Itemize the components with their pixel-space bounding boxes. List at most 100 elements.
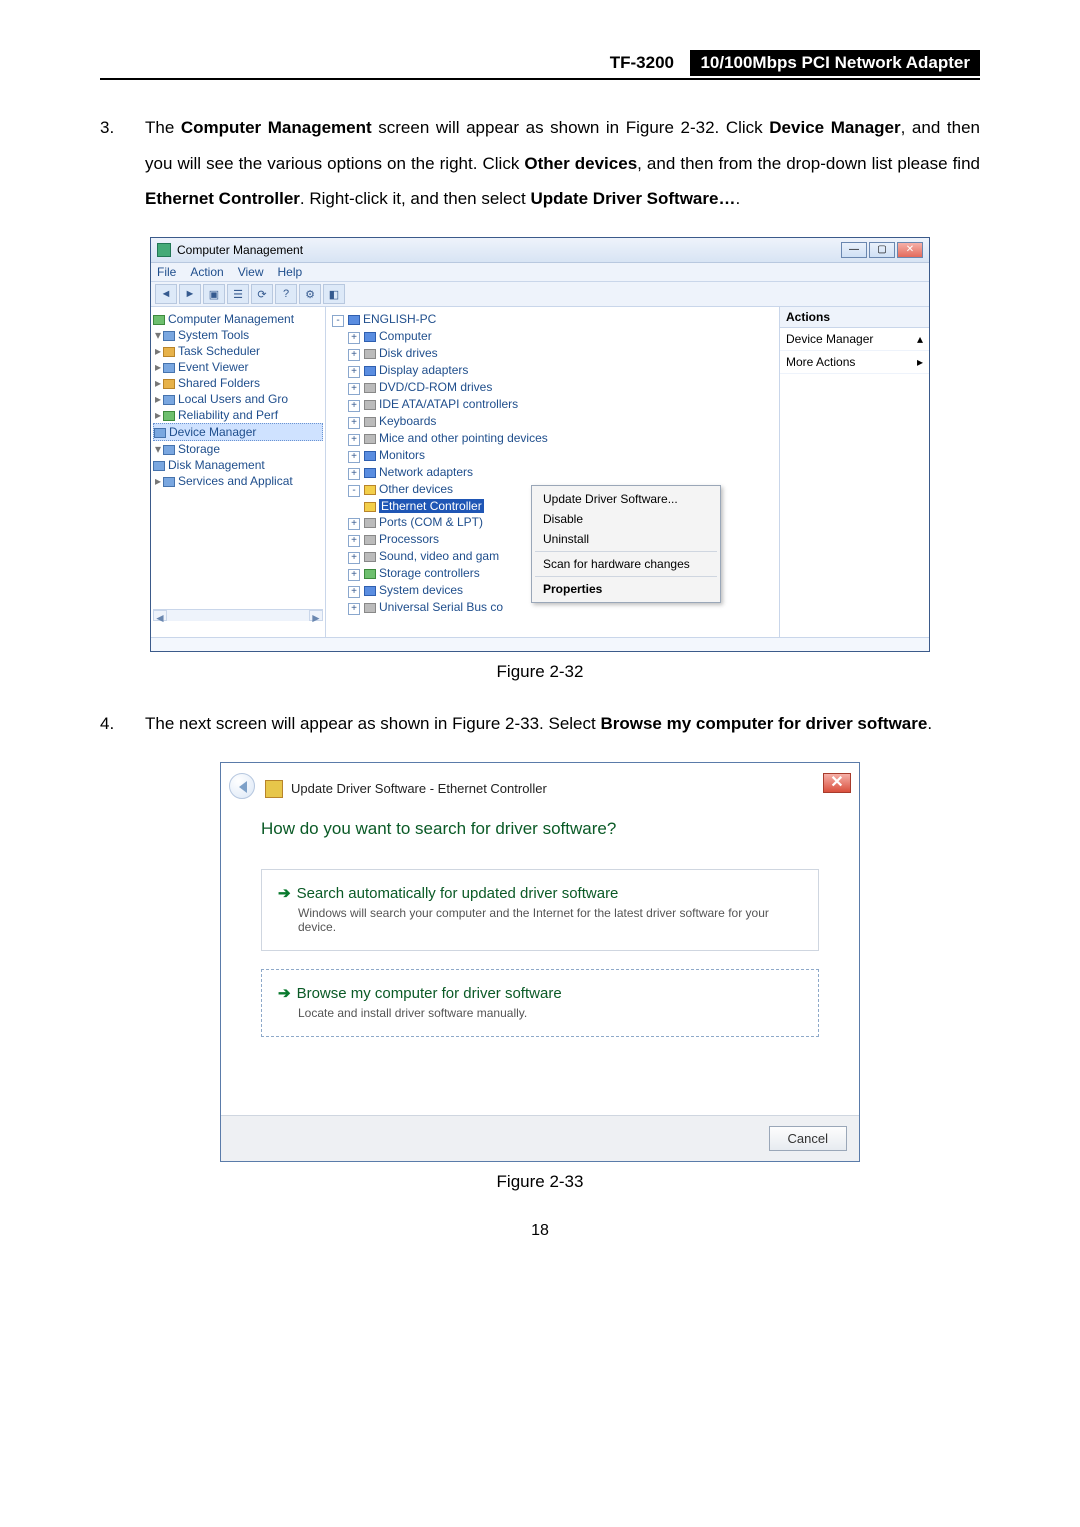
dev-monitors[interactable]: +Monitors xyxy=(332,447,773,464)
collapse-icon[interactable]: ▴ xyxy=(917,332,923,346)
tree-storage[interactable]: ▾Storage xyxy=(153,441,323,457)
tree-reliability[interactable]: ▸Reliability and Perf xyxy=(153,407,323,423)
update-driver-wizard: Update Driver Software - Ethernet Contro… xyxy=(220,762,860,1162)
maximize-button[interactable]: ▢ xyxy=(869,242,895,258)
dev-computer[interactable]: +Computer xyxy=(332,328,773,345)
dev-ide[interactable]: +IDE ATA/ATAPI controllers xyxy=(332,396,773,413)
menu-bar: File Action View Help xyxy=(151,263,929,282)
t: . Right-click it, and then select xyxy=(300,189,531,208)
figure-2-33-caption: Figure 2-33 xyxy=(100,1172,980,1192)
computer-management-window: Computer Management — ▢ ✕ File Action Vi… xyxy=(150,237,930,652)
toolbar-scan-icon[interactable]: ⚙ xyxy=(299,284,321,304)
menu-view[interactable]: View xyxy=(238,265,264,279)
dev-network-adapters[interactable]: +Network adapters xyxy=(332,464,773,481)
context-menu: Update Driver Software... Disable Uninst… xyxy=(531,485,721,603)
ctx-disable[interactable]: Disable xyxy=(535,509,717,529)
t: The next screen will appear as shown in … xyxy=(145,714,600,733)
t-bold: Device Manager xyxy=(769,118,900,137)
dev-root[interactable]: -ENGLISH-PC xyxy=(332,311,773,328)
dev-disk-drives[interactable]: +Disk drives xyxy=(332,345,773,362)
page-number: 18 xyxy=(100,1222,980,1240)
tree-task-scheduler[interactable]: ▸Task Scheduler xyxy=(153,343,323,359)
figure-2-33: Update Driver Software - Ethernet Contro… xyxy=(100,762,980,1192)
dev-mice[interactable]: +Mice and other pointing devices xyxy=(332,430,773,447)
toolbar-back-icon[interactable]: ◄ xyxy=(155,284,177,304)
wizard-heading: How do you want to search for driver sof… xyxy=(221,801,859,851)
step-3-text: The Computer Management screen will appe… xyxy=(145,110,980,217)
option-auto-desc: Windows will search your computer and th… xyxy=(278,906,802,934)
t: The xyxy=(145,118,181,137)
t-bold: Browse my computer for driver software xyxy=(600,714,927,733)
ctx-uninstall[interactable]: Uninstall xyxy=(535,529,717,549)
menu-action[interactable]: Action xyxy=(190,265,223,279)
step-3-number: 3. xyxy=(100,110,145,217)
toolbar-up-icon[interactable]: ▣ xyxy=(203,284,225,304)
wizard-title: Update Driver Software - Ethernet Contro… xyxy=(291,781,547,796)
tree-local-users[interactable]: ▸Local Users and Gro xyxy=(153,391,323,407)
toolbar-forward-icon[interactable]: ► xyxy=(179,284,201,304)
t: . xyxy=(927,714,932,733)
left-scrollbar[interactable]: ◄► xyxy=(153,609,323,621)
wizard-back-button[interactable] xyxy=(229,773,255,799)
menu-help[interactable]: Help xyxy=(278,265,303,279)
option-browse-desc: Locate and install driver software manua… xyxy=(278,1006,802,1020)
device-tree: -ENGLISH-PC +Computer +Disk drives +Disp… xyxy=(326,307,779,637)
option-browse-title: Browse my computer for driver software xyxy=(297,985,562,1002)
app-icon xyxy=(157,243,171,257)
figure-2-32-caption: Figure 2-32 xyxy=(100,662,980,682)
t: screen will appear as shown in Figure 2-… xyxy=(372,118,770,137)
left-tree: Computer Management ▾System Tools ▸Task … xyxy=(151,307,326,637)
tree-event-viewer[interactable]: ▸Event Viewer xyxy=(153,359,323,375)
ctx-scan-hardware[interactable]: Scan for hardware changes xyxy=(535,554,717,574)
tree-disk-management[interactable]: Disk Management xyxy=(153,457,323,473)
t-bold: Update Driver Software… xyxy=(530,189,735,208)
dev-dvd[interactable]: +DVD/CD-ROM drives xyxy=(332,379,773,396)
ctx-properties[interactable]: Properties xyxy=(535,579,717,599)
step-4-text: The next screen will appear as shown in … xyxy=(145,706,980,742)
step-3: 3. The Computer Management screen will a… xyxy=(100,110,980,217)
option-auto-search[interactable]: ➔ Search automatically for updated driver… xyxy=(261,869,819,951)
actions-more-actions[interactable]: More Actions▸ xyxy=(780,351,929,374)
minimize-button[interactable]: — xyxy=(841,242,867,258)
tree-device-manager[interactable]: Device Manager xyxy=(153,423,323,441)
submenu-icon: ▸ xyxy=(917,355,923,369)
wizard-icon xyxy=(265,780,283,798)
page-header: TF-3200 10/100Mbps PCI Network Adapter xyxy=(100,50,980,80)
product-title: 10/100Mbps PCI Network Adapter xyxy=(690,50,980,76)
cancel-button[interactable]: Cancel xyxy=(769,1126,847,1151)
ctx-update-driver[interactable]: Update Driver Software... xyxy=(535,489,717,509)
t: , and then from the drop-down list pleas… xyxy=(637,154,980,173)
option-auto-title: Search automatically for updated driver … xyxy=(297,885,619,902)
actions-header: Actions xyxy=(780,307,929,328)
arrow-icon: ➔ xyxy=(278,984,291,1002)
dev-keyboards[interactable]: +Keyboards xyxy=(332,413,773,430)
product-model: TF-3200 xyxy=(610,53,674,72)
arrow-icon: ➔ xyxy=(278,884,291,902)
t-bold: Computer Management xyxy=(181,118,372,137)
wizard-footer: Cancel xyxy=(221,1115,859,1161)
tree-system-tools[interactable]: ▾System Tools xyxy=(153,327,323,343)
step-4-number: 4. xyxy=(100,706,145,742)
menu-file[interactable]: File xyxy=(157,265,176,279)
wizard-close-button[interactable]: ✕ xyxy=(823,773,851,793)
tree-services[interactable]: ▸Services and Applicat xyxy=(153,473,323,489)
status-bar xyxy=(151,637,929,651)
document-page: TF-3200 10/100Mbps PCI Network Adapter 3… xyxy=(0,0,1080,1300)
toolbar-refresh-icon[interactable]: ⟳ xyxy=(251,284,273,304)
toolbar: ◄ ► ▣ ☰ ⟳ ? ⚙ ◧ xyxy=(151,282,929,307)
window-title: Computer Management xyxy=(177,243,303,257)
actions-pane: Actions Device Manager▴ More Actions▸ xyxy=(779,307,929,637)
t-bold: Other devices xyxy=(524,154,637,173)
option-browse-computer[interactable]: ➔Browse my computer for driver software … xyxy=(261,969,819,1037)
tree-shared-folders[interactable]: ▸Shared Folders xyxy=(153,375,323,391)
t-bold: Ethernet Controller xyxy=(145,189,300,208)
tree-root[interactable]: Computer Management xyxy=(153,311,323,327)
toolbar-help-icon[interactable]: ? xyxy=(275,284,297,304)
actions-device-manager[interactable]: Device Manager▴ xyxy=(780,328,929,351)
toolbar-props-icon[interactable]: ☰ xyxy=(227,284,249,304)
toolbar-extra-icon[interactable]: ◧ xyxy=(323,284,345,304)
close-button[interactable]: ✕ xyxy=(897,242,923,258)
window-titlebar[interactable]: Computer Management — ▢ ✕ xyxy=(151,238,929,263)
figure-2-32: Computer Management — ▢ ✕ File Action Vi… xyxy=(100,237,980,682)
dev-display-adapters[interactable]: +Display adapters xyxy=(332,362,773,379)
